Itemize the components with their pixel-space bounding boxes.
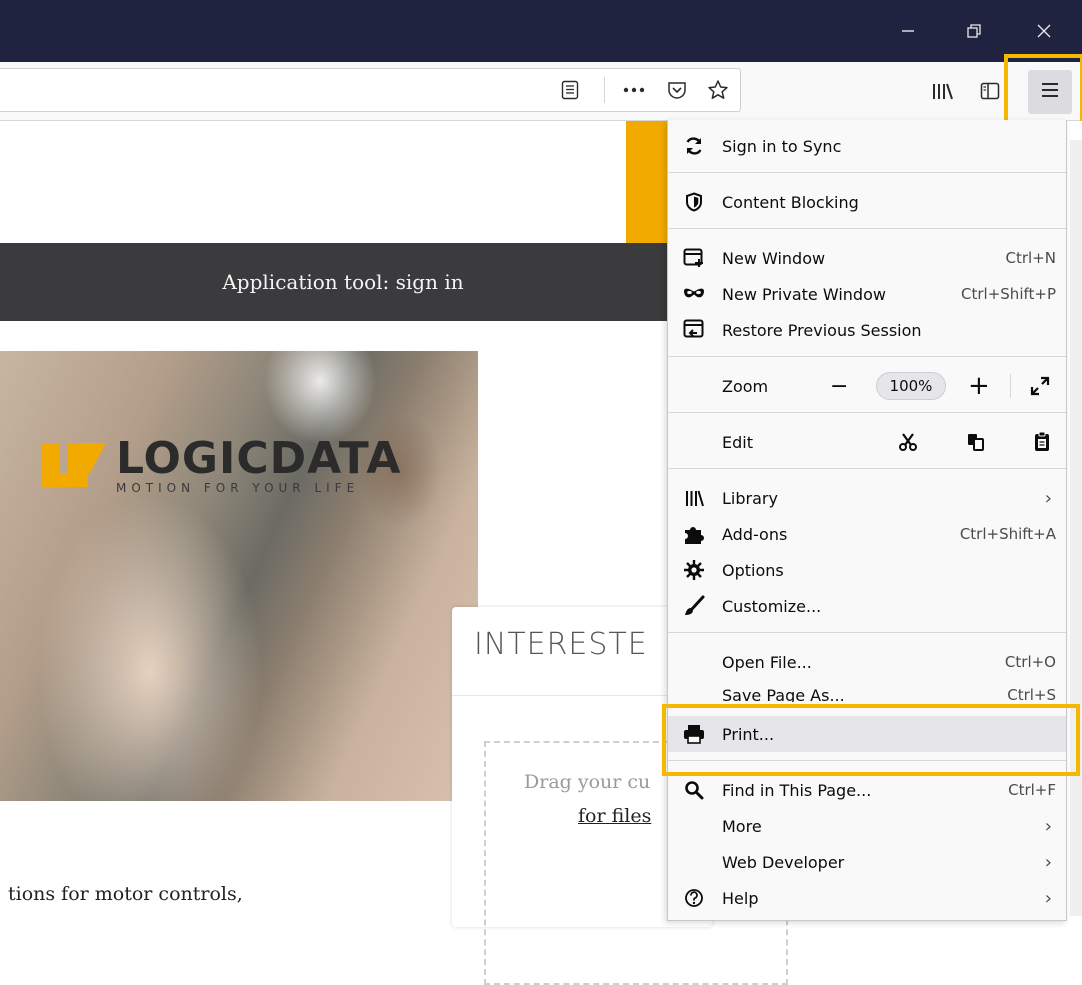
print-highlight-box [662, 704, 1080, 776]
pocket-icon[interactable] [664, 78, 690, 102]
close-icon[interactable] [1014, 0, 1074, 62]
menu-separator [668, 228, 1066, 229]
body-text: tions for motor controls, [8, 883, 243, 905]
private-mask-icon [682, 282, 706, 306]
logo-tagline: MOTION FOR YOUR LIFE [116, 481, 360, 495]
menu-item-find[interactable]: Find in This Page... Ctrl+F [668, 772, 1066, 808]
drag-text: Drag your cu [524, 771, 651, 793]
library-icon [682, 486, 706, 510]
page-actions-icon[interactable] [620, 78, 648, 102]
puzzle-piece-icon [682, 522, 706, 546]
menu-item-label: Help [722, 888, 759, 908]
menu-item-content-blocking[interactable]: Content Blocking [668, 184, 1066, 220]
browse-files-link[interactable]: for files [578, 805, 651, 827]
menu-item-label: Options [722, 560, 784, 580]
zoom-out-button[interactable]: − [830, 368, 848, 404]
sidebar-icon[interactable] [976, 78, 1004, 104]
minimize-icon[interactable] [878, 0, 938, 62]
help-icon [682, 886, 706, 910]
chevron-right-icon: › [1044, 851, 1052, 873]
app-menu-panel: Sign in to Sync Content Blocking New Win… [667, 120, 1067, 921]
menu-item-label: Add-ons [722, 524, 788, 544]
menu-item-label: Restore Previous Session [722, 320, 922, 340]
menu-item-save-page[interactable]: Save Page As... Ctrl+S [668, 680, 1066, 702]
hamburger-highlight-box [1004, 54, 1082, 128]
menu-item-new-window[interactable]: New Window Ctrl+N [668, 240, 1066, 276]
reader-view-icon[interactable] [558, 78, 582, 102]
menu-item-shortcut: Ctrl+S [1007, 686, 1056, 702]
cut-icon[interactable] [896, 430, 920, 454]
menu-item-label: Library [722, 488, 778, 508]
bookmark-star-icon[interactable] [704, 77, 732, 103]
library-icon[interactable] [928, 78, 956, 104]
menu-item-library[interactable]: Library › [668, 480, 1066, 516]
menu-item-label: Web Developer [722, 852, 845, 872]
menu-item-label: More [722, 816, 762, 836]
menu-separator [668, 632, 1066, 633]
menu-separator [668, 468, 1066, 469]
signin-band[interactable]: Application tool: sign in [0, 243, 686, 321]
menu-separator [668, 412, 1066, 413]
card-title: INTERESTE [474, 627, 648, 662]
new-window-icon [682, 246, 706, 270]
menu-item-addons[interactable]: Add-ons Ctrl+Shift+A [668, 516, 1066, 552]
menu-item-label: Find in This Page... [722, 780, 872, 800]
gear-icon [682, 558, 706, 582]
menu-item-label: New Window [722, 248, 826, 268]
restore-session-icon [682, 318, 706, 342]
zoom-reset-button[interactable]: 100% [876, 372, 946, 400]
paste-icon[interactable] [1030, 430, 1054, 454]
menu-item-options[interactable]: Options [668, 552, 1066, 588]
zoom-in-button[interactable]: + [968, 368, 990, 404]
menu-item-web-developer[interactable]: Web Developer › [668, 844, 1066, 880]
menu-separator [668, 172, 1066, 173]
shield-icon [682, 190, 706, 214]
menu-item-edit: Edit [668, 424, 1066, 460]
menu-item-label: Content Blocking [722, 192, 859, 212]
menu-item-label: Customize... [722, 596, 822, 616]
chevron-right-icon: › [1044, 487, 1052, 509]
zoom-separator [1010, 374, 1011, 398]
menu-item-shortcut: Ctrl+O [1004, 653, 1056, 671]
menu-item-label: New Private Window [722, 284, 886, 304]
paintbrush-icon [682, 594, 706, 618]
copy-icon[interactable] [964, 430, 988, 454]
logo-mark-icon [42, 443, 106, 487]
menu-item-help[interactable]: Help › [668, 880, 1066, 916]
search-icon [682, 778, 706, 802]
chevron-right-icon: › [1044, 887, 1052, 909]
fullscreen-icon[interactable] [1028, 374, 1052, 398]
zoom-label: Zoom [722, 376, 769, 396]
menu-item-shortcut: Ctrl+N [1005, 249, 1056, 267]
menu-item-restore-session[interactable]: Restore Previous Session [668, 312, 1066, 348]
page-scrollbar[interactable] [1070, 140, 1082, 916]
menu-item-label: Open File... [722, 652, 812, 672]
window-titlebar [0, 0, 1082, 62]
menu-item-shortcut: Ctrl+Shift+P [961, 285, 1056, 303]
navigation-toolbar [0, 62, 1082, 121]
edit-label: Edit [722, 432, 753, 452]
menu-item-sign-in-sync[interactable]: Sign in to Sync [668, 128, 1066, 164]
menu-item-label: Sign in to Sync [722, 136, 842, 156]
logo-text: LOGICDATA [116, 433, 402, 484]
restore-icon[interactable] [944, 0, 1004, 62]
chevron-right-icon: › [1044, 815, 1052, 837]
menu-separator [668, 356, 1066, 357]
sync-icon [682, 134, 706, 158]
urlbar-separator [604, 77, 605, 103]
menu-item-label: Save Page As... [722, 686, 845, 702]
menu-item-zoom: Zoom − 100% + [668, 368, 1066, 404]
menu-item-more[interactable]: More › [668, 808, 1066, 844]
url-bar[interactable] [0, 68, 741, 112]
hero-image: LOGICDATA MOTION FOR YOUR LIFE [0, 351, 478, 801]
menu-item-customize[interactable]: Customize... [668, 588, 1066, 624]
menu-item-shortcut: Ctrl+Shift+A [959, 525, 1056, 543]
menu-item-new-private-window[interactable]: New Private Window Ctrl+Shift+P [668, 276, 1066, 312]
menu-item-open-file[interactable]: Open File... Ctrl+O [668, 644, 1066, 680]
menu-item-shortcut: Ctrl+F [1008, 781, 1056, 799]
logicdata-logo: LOGICDATA MOTION FOR YOUR LIFE [38, 433, 418, 509]
